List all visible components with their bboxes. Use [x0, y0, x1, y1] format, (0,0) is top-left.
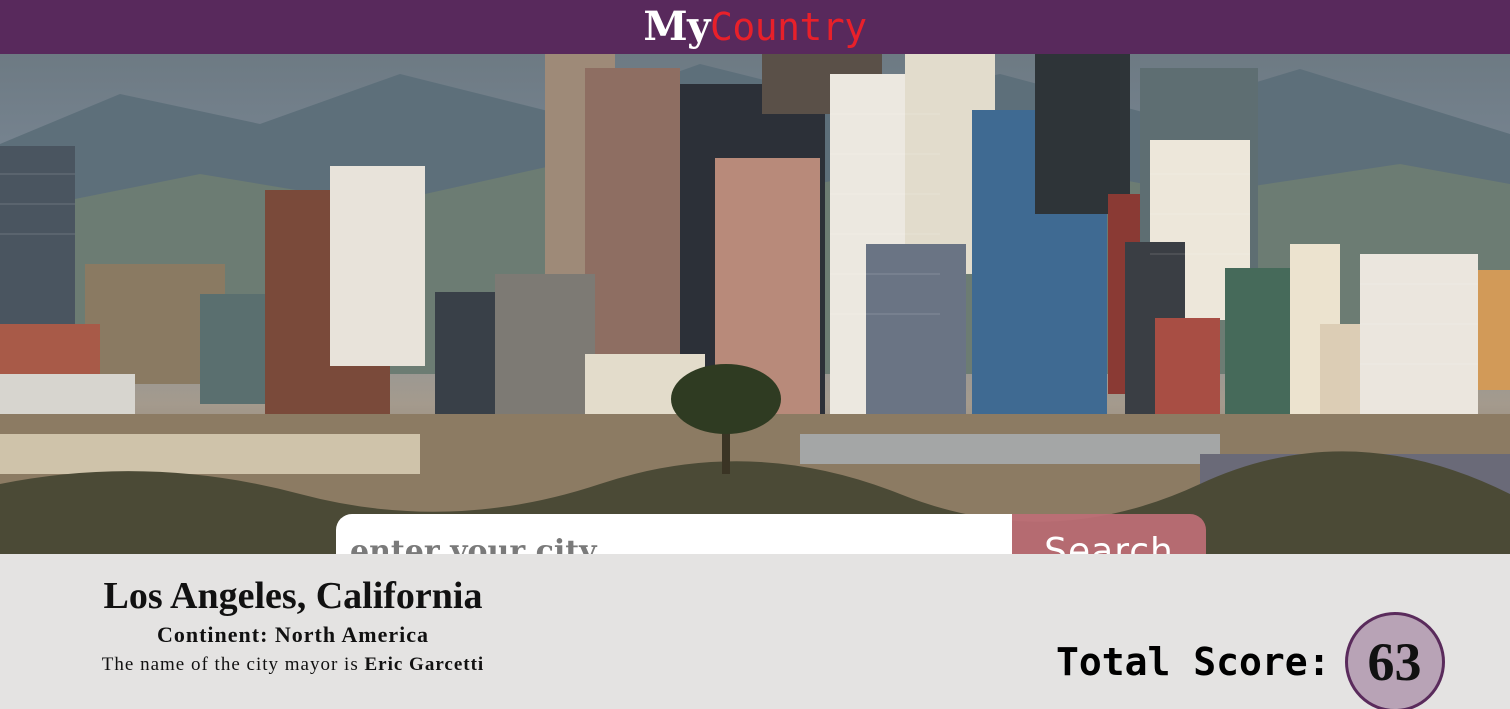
- mayor-prefix: The name of the city mayor is: [101, 654, 359, 675]
- continent-line: Continent: North America: [60, 622, 526, 648]
- city-name-heading: Los Angeles, California: [103, 575, 483, 617]
- continent-value: North America: [274, 622, 430, 647]
- continent-label: Continent:: [156, 622, 269, 647]
- mayor-name: Eric Garcetti: [364, 654, 485, 675]
- search-button-label: Search: [1044, 530, 1174, 555]
- brand-logo[interactable]: MyCountry: [643, 0, 867, 54]
- brand-my-text: My: [643, 3, 710, 50]
- skyline-illustration: [0, 54, 1510, 554]
- city-info-panel: Los Angeles, California Continent: North…: [60, 572, 526, 676]
- search-placeholder-text: enter your city: [350, 533, 597, 555]
- city-search-input[interactable]: enter your city: [336, 514, 1012, 554]
- mayor-line: The name of the city mayor is Eric Garce…: [60, 654, 526, 676]
- total-score-label: Total Score:: [1056, 640, 1331, 684]
- city-hero-image: enter your city Search: [0, 54, 1510, 554]
- brand-country-text: Country: [709, 5, 867, 49]
- top-header-bar: MyCountry: [0, 0, 1510, 54]
- score-badge: 63: [1344, 612, 1445, 709]
- total-score-value: 63: [1367, 632, 1422, 692]
- search-button[interactable]: Search: [1012, 514, 1206, 554]
- total-score-section: Total Score: 63: [1056, 612, 1445, 709]
